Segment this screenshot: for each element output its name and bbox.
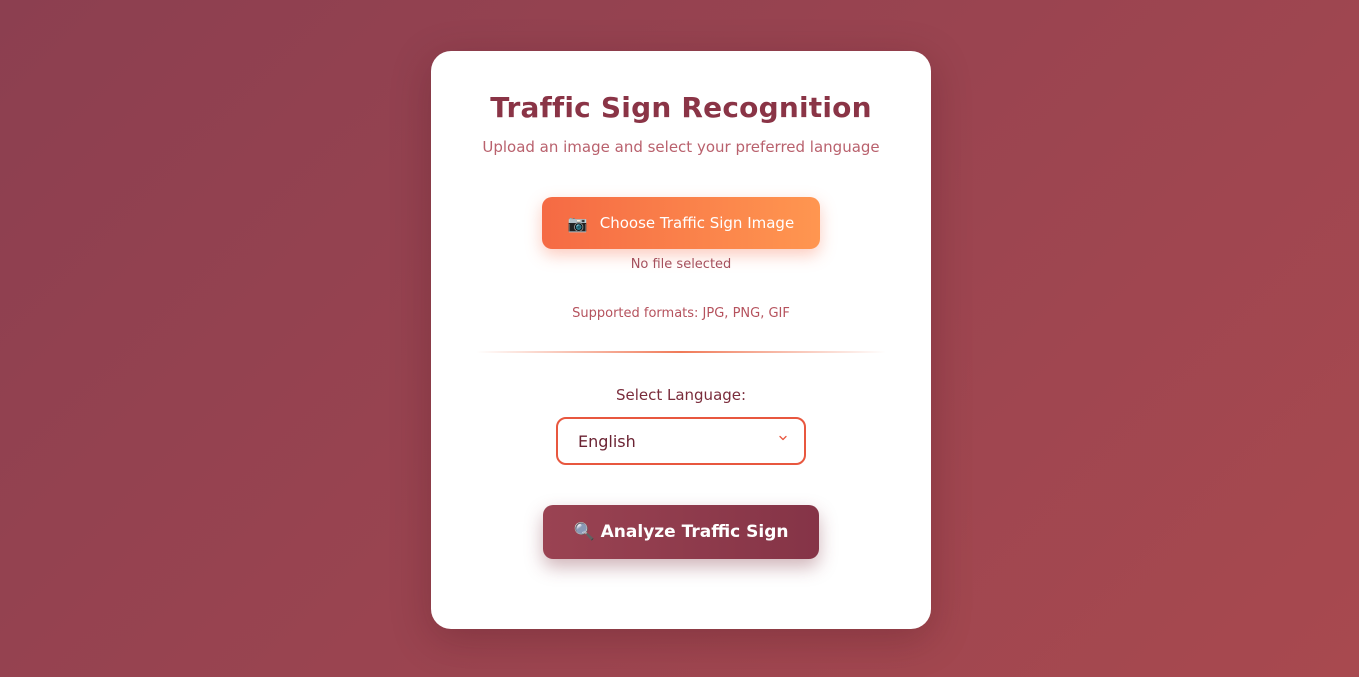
- divider: [476, 351, 886, 353]
- language-selected-value: English: [578, 431, 636, 451]
- magnifier-icon: 🔍: [573, 522, 595, 542]
- language-label: Select Language:: [615, 386, 747, 404]
- choose-image-label: Choose Traffic Sign Image: [599, 214, 795, 232]
- page-title: Traffic Sign Recognition: [490, 91, 872, 124]
- supported-formats-note: Supported formats: JPG, PNG, GIF: [572, 306, 790, 321]
- chevron-down-icon: [779, 435, 787, 441]
- analyze-button[interactable]: 🔍 Analyze Traffic Sign: [543, 505, 819, 559]
- page-subtitle: Upload an image and select your preferre…: [482, 138, 880, 156]
- camera-icon: 📷: [567, 213, 588, 233]
- analyze-label: Analyze Traffic Sign: [600, 522, 789, 542]
- upload-card: Traffic Sign Recognition Upload an image…: [431, 51, 931, 629]
- language-select[interactable]: English: [556, 417, 806, 465]
- file-status: No file selected: [630, 257, 732, 272]
- choose-image-button[interactable]: 📷 Choose Traffic Sign Image: [542, 197, 820, 249]
